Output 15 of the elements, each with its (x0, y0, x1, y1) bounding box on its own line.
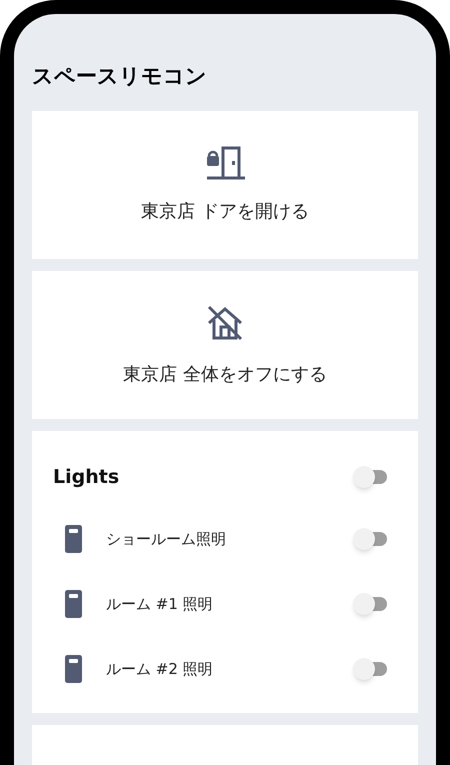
toggle-switch[interactable] (353, 466, 389, 488)
lights-title: Lights (53, 464, 120, 490)
light-switch-icon (65, 590, 82, 618)
door-lock-icon (205, 144, 245, 180)
light-label: ルーム #1 照明 (106, 594, 214, 615)
action-card[interactable]: 東京店 ドアを開ける (32, 110, 418, 259)
toggle-switch[interactable] (353, 528, 389, 550)
light-switch-icon (65, 655, 82, 684)
toggle-switch[interactable] (353, 593, 389, 616)
toggle-switch[interactable] (353, 658, 389, 680)
light-label: ショールーム照明 (106, 528, 227, 550)
page-title: スペースリモコン (32, 63, 208, 90)
light-label: ルーム #2 照明 (106, 658, 214, 680)
light-switch-icon (65, 525, 82, 554)
action-card[interactable]: 東京店 全体をオフにする (32, 270, 418, 420)
